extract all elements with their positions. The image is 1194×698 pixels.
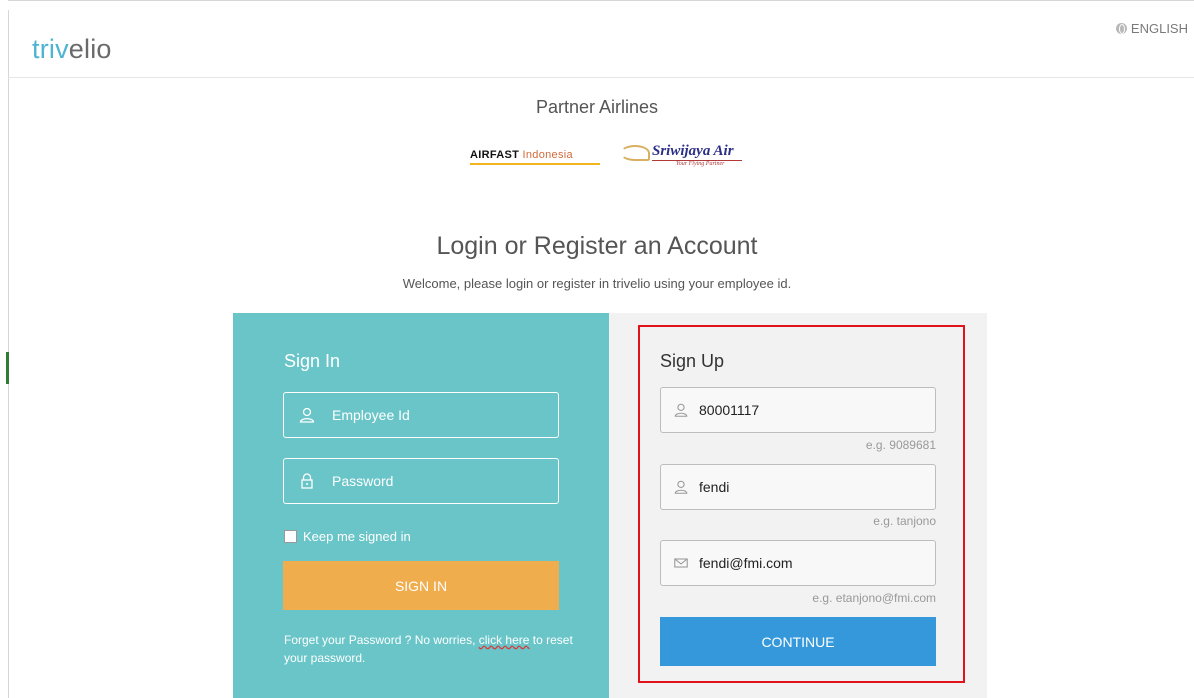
forgot-password-link[interactable]: click here <box>479 633 530 647</box>
employee-id-placeholder: Employee Id <box>332 407 410 423</box>
page-title: Login or Register an Account <box>436 232 758 260</box>
signup-email-value: fendi@fmi.com <box>699 555 793 571</box>
signup-name-value: fendi <box>699 479 730 495</box>
partners-title: Partner Airlines <box>535 97 659 117</box>
sriwijaya-logo: Sriwijaya Air Your Flying Partner <box>620 141 750 175</box>
globe-icon <box>1115 23 1127 34</box>
language-selector[interactable]: ENGLISH <box>1115 21 1188 36</box>
envelope-icon <box>674 558 688 568</box>
forgot-password-text: Forget your Password ? No worries, click… <box>284 631 574 667</box>
partner-logos: AIRFAST Indonesia Sriwijaya Air Your Fly… <box>470 141 770 175</box>
trivelio-logo[interactable]: trivelio <box>32 34 112 65</box>
airfast-logo: AIRFAST Indonesia <box>470 149 573 161</box>
continue-button[interactable]: CONTINUE <box>660 617 936 666</box>
airfast-logo-underline <box>470 163 600 165</box>
left-edge-marker <box>6 352 9 384</box>
forgot-prefix: Forget your Password ? No worries, <box>284 633 479 647</box>
signin-title: Sign In <box>284 351 341 371</box>
signin-panel: Sign In Employee Id Password Keep me sig… <box>233 313 609 698</box>
signup-name-input[interactable]: fendi <box>660 464 936 510</box>
language-label: ENGLISH <box>1130 21 1188 36</box>
signup-employee-id-value: 80001117 <box>699 402 760 418</box>
logo-accent-text: triv <box>32 34 69 64</box>
lock-icon <box>301 473 313 489</box>
keep-signed-in-checkbox[interactable] <box>284 530 297 543</box>
sriwijaya-logo-tagline: Your Flying Partner <box>676 161 725 167</box>
keep-signed-in[interactable]: Keep me signed in <box>284 529 411 544</box>
name-hint: e.g. tanjono <box>873 514 936 528</box>
page: trivelio ENGLISH Partner Airlines AIRFAS… <box>0 0 1194 698</box>
user-icon <box>674 480 688 494</box>
password-input[interactable]: Password <box>283 458 559 504</box>
email-hint: e.g. etanjono@fmi.com <box>812 591 936 605</box>
header: trivelio ENGLISH <box>8 0 1194 78</box>
employee-id-hint: e.g. 9089681 <box>865 438 936 452</box>
signup-title: Sign Up <box>660 351 725 371</box>
logo-text: elio <box>68 34 112 64</box>
sriwijaya-bird-icon <box>620 145 650 161</box>
airfast-logo-sub: Indonesia <box>519 149 573 161</box>
employee-id-input[interactable]: Employee Id <box>283 392 559 438</box>
password-placeholder: Password <box>332 473 394 489</box>
signup-email-input[interactable]: fendi@fmi.com <box>660 540 936 586</box>
signup-panel: Sign Up 80001117 e.g. 9089681 fendi e.g.… <box>609 313 987 698</box>
airfast-logo-bold: AIRFAST <box>470 149 520 161</box>
welcome-text: Welcome, please login or register in tri… <box>402 276 792 291</box>
sign-in-button[interactable]: SIGN IN <box>283 561 559 610</box>
signup-employee-id-input[interactable]: 80001117 <box>660 387 936 433</box>
user-icon <box>674 403 688 417</box>
keep-signed-in-label: Keep me signed in <box>303 529 411 544</box>
user-icon <box>299 407 315 423</box>
sriwijaya-logo-name: Sriwijaya Air <box>652 143 734 159</box>
